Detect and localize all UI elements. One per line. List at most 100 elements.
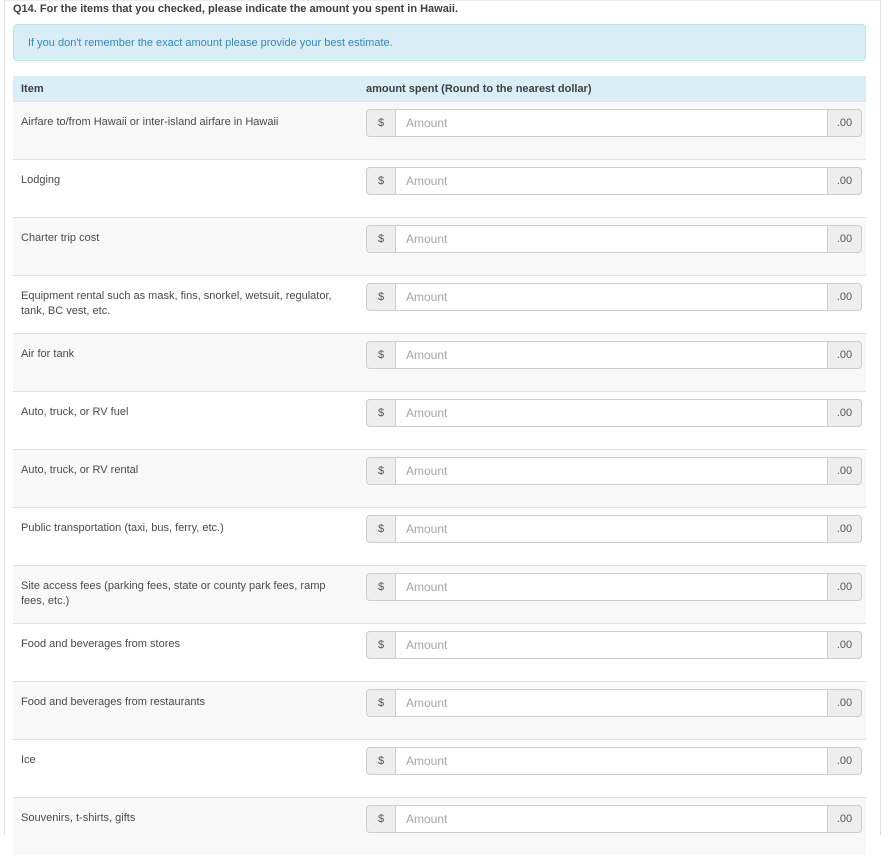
question-hint-box: If you don't remember the exact amount p… — [13, 24, 866, 61]
table-row: Lodging $ .00 — [13, 159, 866, 217]
item-label: Air for tank — [21, 348, 75, 360]
amount-cell: $ .00 — [366, 102, 866, 159]
currency-prefix: $ — [366, 689, 396, 717]
column-header-item: Item — [21, 82, 44, 95]
item-label: Equipment rental such as mask, fins, sno… — [21, 290, 332, 317]
cents-suffix: .00 — [827, 515, 862, 543]
table-row: Charter trip cost $ .00 — [13, 217, 866, 275]
amount-input[interactable] — [395, 689, 828, 717]
amount-input-group: $ .00 — [366, 805, 862, 833]
amount-input[interactable] — [395, 457, 828, 485]
table-row: Food and beverages from restaurants $ .0… — [13, 681, 866, 739]
amount-cell: $ .00 — [366, 392, 866, 449]
amount-cell: $ .00 — [366, 740, 866, 797]
table-row: Site access fees (parking fees, state or… — [13, 565, 866, 623]
cents-suffix: .00 — [827, 341, 862, 369]
cents-suffix: .00 — [827, 225, 862, 253]
page-left-divider — [4, 0, 5, 835]
cents-suffix: .00 — [827, 805, 862, 833]
item-label: Lodging — [21, 174, 61, 186]
amount-input-group: $ .00 — [366, 341, 862, 369]
amount-input[interactable] — [395, 225, 828, 253]
table-body: Airfare to/from Hawaii or inter-island a… — [13, 101, 866, 855]
cents-suffix: .00 — [827, 167, 862, 195]
cents-suffix: .00 — [827, 747, 862, 775]
currency-prefix: $ — [366, 515, 396, 543]
item-label: Auto, truck, or RV rental — [21, 464, 139, 476]
survey-question-block: Q14. For the items that you checked, ple… — [13, 0, 866, 855]
table-row: Equipment rental such as mask, fins, sno… — [13, 275, 866, 333]
amount-spent-table: Item amount spent (Round to the nearest … — [13, 76, 866, 855]
amount-input-group: $ .00 — [366, 573, 862, 601]
currency-prefix: $ — [366, 747, 396, 775]
item-label: Site access fees (parking fees, state or… — [21, 580, 326, 607]
amount-input[interactable] — [395, 747, 828, 775]
amount-input-group: $ .00 — [366, 747, 862, 775]
currency-prefix: $ — [366, 283, 396, 311]
amount-input[interactable] — [395, 805, 828, 833]
cents-suffix: .00 — [827, 399, 862, 427]
table-row: Public transportation (taxi, bus, ferry,… — [13, 507, 866, 565]
amount-input-group: $ .00 — [366, 167, 862, 195]
item-label: Food and beverages from restaurants — [21, 696, 206, 708]
item-label: Public transportation (taxi, bus, ferry,… — [21, 522, 224, 534]
amount-cell: $ .00 — [366, 450, 866, 507]
cents-suffix: .00 — [827, 573, 862, 601]
amount-input-group: $ .00 — [366, 109, 862, 137]
currency-prefix: $ — [366, 167, 396, 195]
amount-input-group: $ .00 — [366, 457, 862, 485]
amount-input[interactable] — [395, 109, 828, 137]
table-row: Food and beverages from stores $ .00 — [13, 623, 866, 681]
amount-input-group: $ .00 — [366, 515, 862, 543]
amount-cell: $ .00 — [366, 508, 866, 565]
amount-cell: $ .00 — [366, 218, 866, 275]
currency-prefix: $ — [366, 457, 396, 485]
amount-cell: $ .00 — [366, 334, 866, 391]
amount-input[interactable] — [395, 399, 828, 427]
cents-suffix: .00 — [827, 283, 862, 311]
currency-prefix: $ — [366, 631, 396, 659]
item-label: Ice — [21, 754, 36, 766]
cents-suffix: .00 — [827, 631, 862, 659]
amount-input[interactable] — [395, 167, 828, 195]
item-label: Airfare to/from Hawaii or inter-island a… — [21, 116, 279, 128]
amount-cell: $ .00 — [366, 624, 866, 681]
amount-input-group: $ .00 — [366, 399, 862, 427]
amount-input[interactable] — [395, 573, 828, 601]
table-row: Souvenirs, t-shirts, gifts $ .00 — [13, 797, 866, 855]
column-header-amount: amount spent (Round to the nearest dolla… — [366, 82, 592, 95]
amount-input-group: $ .00 — [366, 631, 862, 659]
table-row: Airfare to/from Hawaii or inter-island a… — [13, 101, 866, 159]
amount-cell: $ .00 — [366, 276, 866, 333]
currency-prefix: $ — [366, 805, 396, 833]
table-header-row: Item amount spent (Round to the nearest … — [13, 76, 866, 101]
page-right-divider — [880, 0, 881, 835]
currency-prefix: $ — [366, 109, 396, 137]
amount-input[interactable] — [395, 283, 828, 311]
cents-suffix: .00 — [827, 689, 862, 717]
currency-prefix: $ — [366, 399, 396, 427]
cents-suffix: .00 — [827, 109, 862, 137]
table-row: Auto, truck, or RV rental $ .00 — [13, 449, 866, 507]
amount-input[interactable] — [395, 631, 828, 659]
currency-prefix: $ — [366, 225, 396, 253]
table-row: Ice $ .00 — [13, 739, 866, 797]
amount-input-group: $ .00 — [366, 689, 862, 717]
question-title: Q14. For the items that you checked, ple… — [13, 3, 458, 15]
currency-prefix: $ — [366, 341, 396, 369]
amount-cell: $ .00 — [366, 566, 866, 623]
amount-input[interactable] — [395, 515, 828, 543]
amount-input[interactable] — [395, 341, 828, 369]
table-row: Air for tank $ .00 — [13, 333, 866, 391]
item-label: Food and beverages from stores — [21, 638, 180, 650]
item-label: Charter trip cost — [21, 232, 100, 244]
amount-input-group: $ .00 — [366, 225, 862, 253]
amount-cell: $ .00 — [366, 798, 866, 855]
amount-input-group: $ .00 — [366, 283, 862, 311]
item-label: Auto, truck, or RV fuel — [21, 406, 129, 418]
item-label: Souvenirs, t-shirts, gifts — [21, 812, 136, 824]
cents-suffix: .00 — [827, 457, 862, 485]
amount-cell: $ .00 — [366, 682, 866, 739]
table-row: Auto, truck, or RV fuel $ .00 — [13, 391, 866, 449]
amount-cell: $ .00 — [366, 160, 866, 217]
